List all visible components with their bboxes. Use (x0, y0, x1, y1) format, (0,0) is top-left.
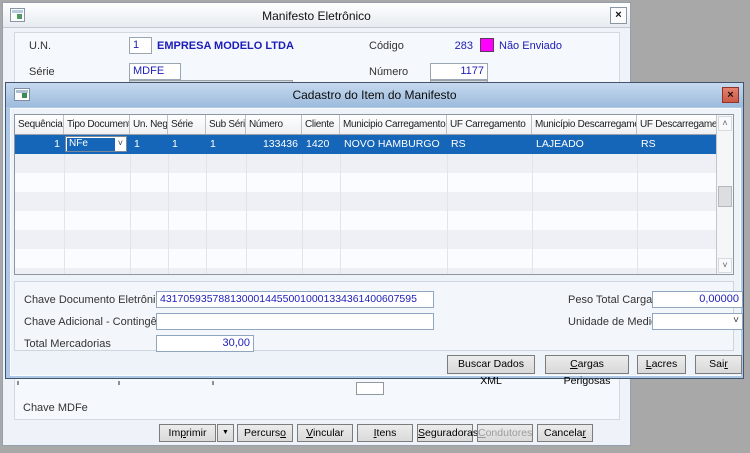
percurso-button[interactable]: Percurso (237, 424, 293, 442)
cell-sequencia: 1 (15, 135, 64, 154)
imprimir-button[interactable]: Imprimir (159, 424, 216, 442)
table-row[interactable]: 1 NFe ˅ 1 1 1 133436 1420 NOVO HAMBURGO … (15, 135, 716, 154)
cadastro-window-title: Cadastro do Item do Manifesto (6, 88, 743, 102)
scroll-up-icon[interactable]: ˄ (718, 116, 732, 131)
cadastro-titlebar: Cadastro do Item do Manifesto × (6, 83, 743, 107)
numero-field[interactable]: 1177 (430, 63, 488, 80)
seguradoras-button[interactable]: Seguradoras (417, 424, 473, 442)
grid-remnant-mark (212, 381, 214, 385)
col-municipio-carregamento: Municipio Carregamento (340, 115, 447, 134)
un-field[interactable]: 1 (129, 37, 152, 54)
company-name: EMPRESA MODELO LTDA (157, 40, 294, 52)
close-icon[interactable]: × (722, 87, 739, 103)
unidade-medida-select[interactable]: ˅ (652, 313, 743, 330)
cargas-perigosas-button[interactable]: Cargas Perigosas (545, 355, 629, 374)
col-sequencia: Sequência (15, 115, 64, 134)
scrollbar-thumb[interactable] (718, 186, 732, 207)
col-uf-carregamento: UF Carregamento (447, 115, 532, 134)
grid-remnant-mark (118, 381, 120, 385)
total-mercadorias-field[interactable]: 30,00 (156, 335, 254, 352)
itens-grid: Sequência Tipo Documento Un. Neg. Série … (14, 114, 734, 275)
col-uf-descarregamento: UF Descarregamento (637, 115, 717, 134)
imprimir-dropdown-button[interactable]: ▼ (217, 424, 234, 442)
cell-municipio-descarregamento: LAJEADO (532, 135, 637, 154)
tipo-documento-combobox[interactable]: NFe ˅ (65, 136, 127, 152)
cell-un-neg: 1 (130, 135, 168, 154)
codigo-value: 283 (423, 40, 473, 52)
chave-doc-field[interactable]: 4317059357881300014455001000133436140060… (156, 291, 434, 308)
cell-numero: 133436 (246, 135, 302, 154)
cell-tipo-documento: NFe ˅ (64, 135, 130, 154)
col-cliente: Cliente (302, 115, 340, 134)
cadastro-content: Sequência Tipo Documento Un. Neg. Série … (10, 108, 741, 376)
cell-serie: 1 (168, 135, 206, 154)
peso-total-field[interactable]: 0,00000 (652, 291, 743, 308)
cell-cliente: 1420 (302, 135, 340, 154)
col-municipio-descarregamento: Município Descarregamento (532, 115, 637, 134)
vertical-scrollbar[interactable]: ˄ ˅ (716, 115, 733, 274)
cancelar-button[interactable]: Cancelar (537, 424, 593, 442)
select-value (653, 314, 656, 326)
cell-uf-carregamento: RS (447, 135, 532, 154)
cell-sub-serie: 1 (206, 135, 246, 154)
codigo-label: Código (369, 40, 404, 52)
col-serie: Série (168, 115, 206, 134)
col-tipo-documento: Tipo Documento (64, 115, 130, 134)
col-sub-serie: Sub Série (206, 115, 246, 134)
buscar-dados-xml-button[interactable]: Buscar Dados XML (447, 355, 535, 374)
chave-mdfe-label: Chave MDFe (23, 402, 88, 414)
cadastro-item-manifesto-window: Cadastro do Item do Manifesto × Sequênci… (5, 82, 744, 379)
col-numero: Número (246, 115, 302, 134)
close-icon[interactable]: × (610, 7, 627, 24)
chevron-down-icon: ˅ (116, 138, 126, 150)
clipped-grid-cell (356, 382, 384, 395)
itens-button[interactable]: Itens (357, 424, 413, 442)
scroll-down-icon[interactable]: ˅ (718, 258, 732, 273)
empty-rows-area (15, 154, 716, 274)
serie-label: Série (29, 66, 55, 78)
serie-field[interactable]: MDFE (129, 63, 181, 80)
status-text: Não Enviado (499, 40, 562, 52)
total-mercadorias-label: Total Mercadorias (24, 338, 111, 350)
chevron-down-icon: ˅ (733, 315, 739, 326)
col-un-neg: Un. Neg. (130, 115, 168, 134)
dropdown-arrow-icon: ▼ (222, 429, 229, 436)
lacres-button[interactable]: Lacres (637, 355, 686, 374)
un-label: U.N. (29, 40, 51, 52)
chave-doc-label: Chave Documento Eletrônico (24, 294, 167, 306)
chave-adicional-field[interactable] (156, 313, 434, 330)
manifesto-titlebar: Manifesto Eletrônico × (3, 3, 630, 28)
condutores-button: Condutores (477, 424, 533, 442)
manifesto-window-title: Manifesto Eletrônico (3, 9, 630, 23)
numero-label: Número (369, 66, 408, 78)
unidade-medida-label: Unidade de Medida (568, 316, 663, 328)
peso-total-label: Peso Total Carga (568, 294, 652, 306)
sair-button[interactable]: Sair (695, 355, 742, 374)
grid-header: Sequência Tipo Documento Un. Neg. Série … (15, 115, 716, 135)
combobox-value: NFe (67, 138, 115, 151)
cell-uf-descarregamento: RS (637, 135, 717, 154)
cell-municipio-carregamento: NOVO HAMBURGO (340, 135, 447, 154)
vincular-button[interactable]: Vincular (297, 424, 353, 442)
grid-remnant-mark (17, 381, 19, 385)
status-swatch (480, 38, 494, 52)
